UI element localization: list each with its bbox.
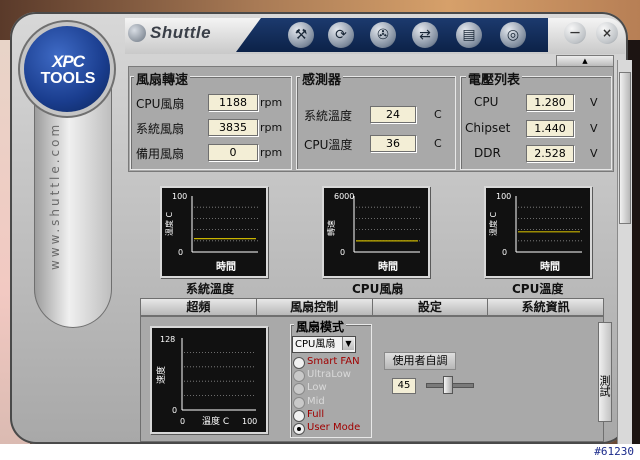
chart-caption: CPU風扇 <box>352 282 404 296</box>
minimize-button[interactable]: － <box>564 22 586 44</box>
desktop-background-bottom <box>0 444 640 460</box>
radio-label: UltraLow <box>307 369 351 380</box>
voltage-title: 電壓列表 <box>466 69 523 88</box>
radio-low <box>293 383 305 395</box>
x-min-label: 0 <box>180 417 185 426</box>
sensor-label: CPU溫度 <box>304 138 353 152</box>
fan-label: CPU風扇 <box>136 97 185 111</box>
chevron-down-icon[interactable]: ▼ <box>342 337 354 350</box>
y-min-label: 0 <box>172 406 177 415</box>
tab-bar: 超頻 風扇控制 設定 系統資訊 <box>140 298 604 316</box>
radio-label: Low <box>307 382 327 393</box>
x-axis-label: 時間 <box>378 260 398 273</box>
user-adjust-label: 使用者自調 <box>384 352 456 370</box>
sensor-value: 36 <box>370 135 416 152</box>
fan-unit: rpm <box>260 121 283 134</box>
voltage-unit: V <box>590 96 598 109</box>
radio-label: User Mode <box>307 422 361 433</box>
y-axis-label: 溫度 C <box>164 211 174 236</box>
fan-unit: rpm <box>260 146 283 159</box>
lifebuoy-icon[interactable]: ◎ <box>500 22 526 48</box>
chart-svg: 100 0 時間 溫度 C <box>488 192 582 273</box>
brand-name: Shuttle <box>150 23 212 42</box>
radio-full[interactable] <box>293 410 305 422</box>
voltage-label: DDR <box>474 146 501 160</box>
x-axis-label: 時間 <box>216 260 236 273</box>
sensor-unit: C <box>434 108 442 121</box>
radio-label: Smart FAN <box>307 356 360 367</box>
cpu-temp-chart: 100 0 時間 溫度 C <box>484 186 592 278</box>
user-adjust-value: 45 <box>392 378 416 394</box>
y-axis-label: 溫度 C <box>488 211 498 236</box>
radio-label: Mid <box>307 396 325 407</box>
voltage-unit: V <box>590 147 598 160</box>
x-axis-label: 時間 <box>540 260 560 273</box>
y-min-label: 0 <box>502 248 507 257</box>
badge-line2: TOOLS <box>40 70 96 87</box>
fan-label: 系統風扇 <box>136 122 185 136</box>
y-axis-label: 轉速 <box>326 220 336 236</box>
y-min-label: 0 <box>340 248 345 257</box>
fan-label: 備用風扇 <box>136 147 185 161</box>
voltage-label: CPU <box>474 95 499 109</box>
chart-svg: 6000 0 時間 轉速 <box>326 192 420 273</box>
curve-svg: 128 0 速度 0 溫度 C 100 <box>155 335 257 427</box>
chart-svg: 100 0 時間 溫度 C <box>164 192 258 273</box>
fan-speed-title: 風扇轉速 <box>134 69 191 88</box>
close-button[interactable]: × <box>596 22 618 44</box>
radio-ultralow <box>293 370 305 382</box>
radio-smart-fan[interactable] <box>293 357 305 369</box>
voltage-unit: V <box>590 122 598 135</box>
radio-user-mode[interactable] <box>293 423 305 435</box>
network-icon[interactable]: ⇄ <box>412 22 438 48</box>
sensor-title: 感測器 <box>300 69 344 88</box>
fan-curve-chart: 128 0 速度 0 溫度 C 100 <box>150 326 268 434</box>
x-max-label: 100 <box>242 417 257 426</box>
badge-line1: XPC <box>52 52 85 71</box>
y-max-label: 100 <box>496 192 511 201</box>
voltage-label: Chipset <box>465 121 511 135</box>
fan-unit: rpm <box>260 96 283 109</box>
sensor-value: 24 <box>370 106 416 123</box>
system-temp-chart: 100 0 時間 溫度 C <box>160 186 268 278</box>
slider-handle[interactable] <box>442 376 453 394</box>
fan-value: 0 <box>208 144 258 161</box>
disk-icon[interactable]: ▤ <box>456 22 482 48</box>
radio-label: Full <box>307 409 325 420</box>
voltage-value: 2.528 <box>526 145 574 162</box>
y-max-label: 6000 <box>334 192 354 201</box>
sensor-unit: C <box>434 137 442 150</box>
fan-value: 1188 <box>208 94 258 111</box>
test-button[interactable]: 測試 <box>598 322 612 422</box>
refresh-icon[interactable]: ⟳ <box>328 22 354 48</box>
cpu-fan-chart: 6000 0 時間 轉速 <box>322 186 430 278</box>
voltage-value: 1.280 <box>526 94 574 111</box>
chart-caption: CPU溫度 <box>512 282 564 296</box>
voltage-value: 1.440 <box>526 120 574 137</box>
y-max-label: 128 <box>160 335 175 344</box>
fan-value: 3835 <box>208 119 258 136</box>
tools-icon[interactable]: ⚒ <box>288 22 314 48</box>
y-min-label: 0 <box>178 248 183 257</box>
scrollbar-thumb[interactable] <box>619 72 631 224</box>
tab-fan-control[interactable]: 風扇控制 <box>257 299 373 315</box>
tab-system-info[interactable]: 系統資訊 <box>488 299 603 315</box>
fan-icon[interactable]: ✇ <box>370 22 396 48</box>
shuttle-logo-icon <box>128 24 146 42</box>
tab-overclock[interactable]: 超頻 <box>141 299 257 315</box>
watermark: #61230 <box>594 445 634 458</box>
chart-caption: 系統溫度 <box>186 282 235 296</box>
y-max-label: 100 <box>172 192 187 201</box>
radio-mid <box>293 397 305 409</box>
x-axis-label: 溫度 C <box>202 415 229 427</box>
sensor-label: 系統溫度 <box>304 109 353 123</box>
tab-settings[interactable]: 設定 <box>373 299 489 315</box>
y-axis-label: 速度 <box>155 366 167 384</box>
fan-mode-title: 風扇模式 <box>294 318 347 335</box>
